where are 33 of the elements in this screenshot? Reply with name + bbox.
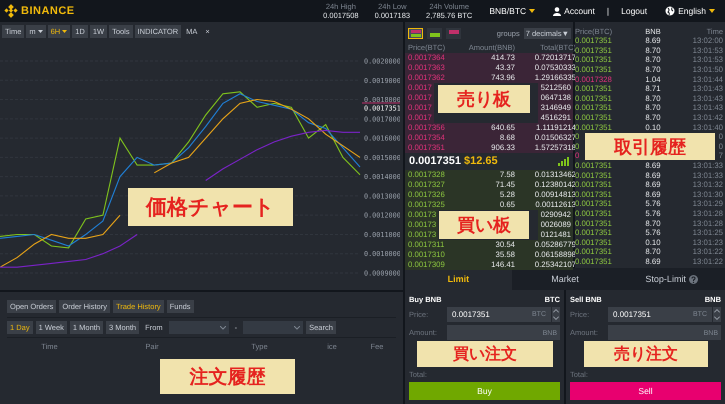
language-selector[interactable]: English xyxy=(659,6,721,16)
account-link[interactable]: Account xyxy=(547,6,601,16)
annotation-label: 取引履歴 xyxy=(585,133,715,160)
order-book-view-button[interactable] xyxy=(408,28,423,38)
stepper-icon xyxy=(712,307,721,322)
annotation-label: 価格チャート xyxy=(128,188,293,226)
last-price-usd: $12.65 xyxy=(464,155,498,168)
logo-icon xyxy=(4,4,18,18)
pair-selector[interactable]: BNB/BTC xyxy=(483,6,542,16)
signal-bars-icon xyxy=(558,156,569,166)
caret-icon xyxy=(38,30,43,32)
order-type-tab[interactable]: Limit xyxy=(405,268,512,290)
globe-icon xyxy=(665,6,676,16)
caret-icon xyxy=(62,30,68,32)
annotation-label: 売り板 xyxy=(438,85,530,113)
caret-icon xyxy=(529,9,536,13)
person-icon xyxy=(553,6,562,16)
stepper-icon xyxy=(551,307,560,322)
submit-button[interactable]: Sell xyxy=(570,382,721,400)
last-price: 0.0017351 xyxy=(409,155,461,168)
help-icon xyxy=(688,274,698,284)
annotation-label: 注文履歴 xyxy=(160,359,295,394)
chevron-icon xyxy=(294,326,300,330)
rows-icon xyxy=(410,30,420,36)
annotation-label: 買い注文 xyxy=(417,341,553,367)
annotation-label: 買い板 xyxy=(439,211,529,239)
separator: | xyxy=(606,6,610,16)
caret-icon xyxy=(709,9,715,13)
order-book-view-button[interactable] xyxy=(427,28,442,38)
chevron-icon xyxy=(220,326,226,330)
annotation-label: 売り注文 xyxy=(584,341,708,367)
logo-wordmark: BINANCE xyxy=(21,5,75,17)
logout-link[interactable]: Logout xyxy=(615,6,654,16)
